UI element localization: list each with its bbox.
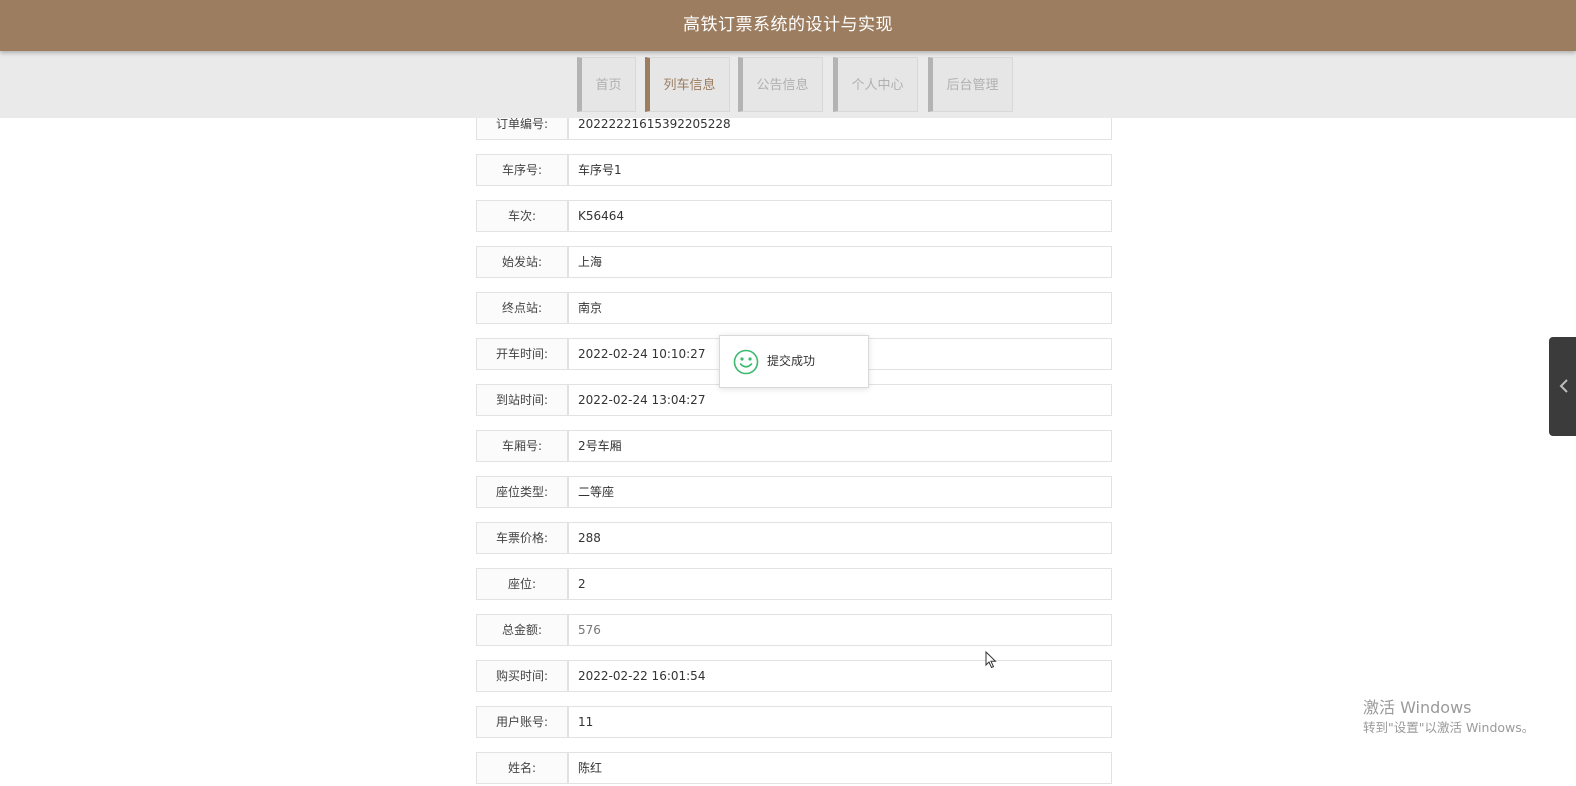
field-label: 车票价格:: [476, 522, 568, 554]
page-title: 高铁订票系统的设计与实现: [683, 15, 893, 35]
car-seq-field[interactable]: 车序号1: [568, 154, 1112, 186]
origin-station-field[interactable]: 上海: [568, 246, 1112, 278]
name-field[interactable]: 陈红: [568, 752, 1112, 784]
field-label: 用户账号:: [476, 706, 568, 738]
field-label: 姓名:: [476, 752, 568, 784]
field-label: 座位:: [476, 568, 568, 600]
watermark-title: 激活 Windows: [1363, 698, 1472, 717]
windows-activation-watermark: 激活 Windows 转到"设置"以激活 Windows。: [1363, 697, 1534, 737]
field-label: 到站时间:: [476, 384, 568, 416]
train-number-field[interactable]: K56464: [568, 200, 1112, 232]
field-label: 车次:: [476, 200, 568, 232]
carriage-field[interactable]: 2号车厢: [568, 430, 1112, 462]
nav-item-admin[interactable]: 后台管理: [928, 57, 1013, 112]
watermark-subtitle: 转到"设置"以激活 Windows。: [1363, 720, 1535, 735]
success-toast: 提交成功: [719, 335, 869, 388]
nav-item-personal-center[interactable]: 个人中心: [833, 57, 918, 112]
form-row-seat: 座位: 2: [476, 568, 1112, 602]
form-row-origin: 始发站: 上海: [476, 246, 1112, 280]
form-row-purchase-time: 购买时间: 2022-02-22 16:01:54: [476, 660, 1112, 694]
form-row-arrival-time: 到站时间: 2022-02-24 13:04:27: [476, 384, 1112, 418]
field-label: 始发站:: [476, 246, 568, 278]
field-label: 终点站:: [476, 292, 568, 324]
seat-type-field[interactable]: 二等座: [568, 476, 1112, 508]
form-row-seat-type: 座位类型: 二等座: [476, 476, 1112, 510]
form-row-carriage: 车厢号: 2号车厢: [476, 430, 1112, 464]
form-row-total-amount: 总金额: 576: [476, 614, 1112, 648]
ticket-price-field[interactable]: 288: [568, 522, 1112, 554]
field-label: 总金额:: [476, 614, 568, 646]
field-label: 开车时间:: [476, 338, 568, 370]
form-row-user-account: 用户账号: 11: [476, 706, 1112, 740]
total-amount-field[interactable]: 576: [568, 614, 1112, 646]
seat-field[interactable]: 2: [568, 568, 1112, 600]
purchase-time-field[interactable]: 2022-02-22 16:01:54: [568, 660, 1112, 692]
main-nav: 首页 列车信息 公告信息 个人中心 后台管理: [0, 51, 1576, 118]
destination-station-field[interactable]: 南京: [568, 292, 1112, 324]
mouse-cursor-icon: [985, 651, 997, 669]
side-panel-toggle[interactable]: [1549, 337, 1576, 436]
form-row-car-seq: 车序号: 车序号1: [476, 154, 1112, 188]
smile-icon: [733, 349, 759, 375]
field-label: 购买时间:: [476, 660, 568, 692]
arrival-time-field[interactable]: 2022-02-24 13:04:27: [568, 384, 1112, 416]
toast-message: 提交成功: [767, 354, 816, 368]
field-label: 车序号:: [476, 154, 568, 186]
field-label: 车厢号:: [476, 430, 568, 462]
chevron-left-icon: [1559, 379, 1568, 393]
field-label: 座位类型:: [476, 476, 568, 508]
app-header: 高铁订票系统的设计与实现: [0, 0, 1576, 51]
form-row-ticket-price: 车票价格: 288: [476, 522, 1112, 556]
form-row-destination: 终点站: 南京: [476, 292, 1112, 326]
form-row-name: 姓名: 陈红: [476, 752, 1112, 786]
nav-item-train-info[interactable]: 列车信息: [645, 57, 730, 112]
user-account-field[interactable]: 11: [568, 706, 1112, 738]
nav-item-home[interactable]: 首页: [577, 57, 636, 112]
form-row-train-number: 车次: K56464: [476, 200, 1112, 234]
nav-item-announcements[interactable]: 公告信息: [738, 57, 823, 112]
